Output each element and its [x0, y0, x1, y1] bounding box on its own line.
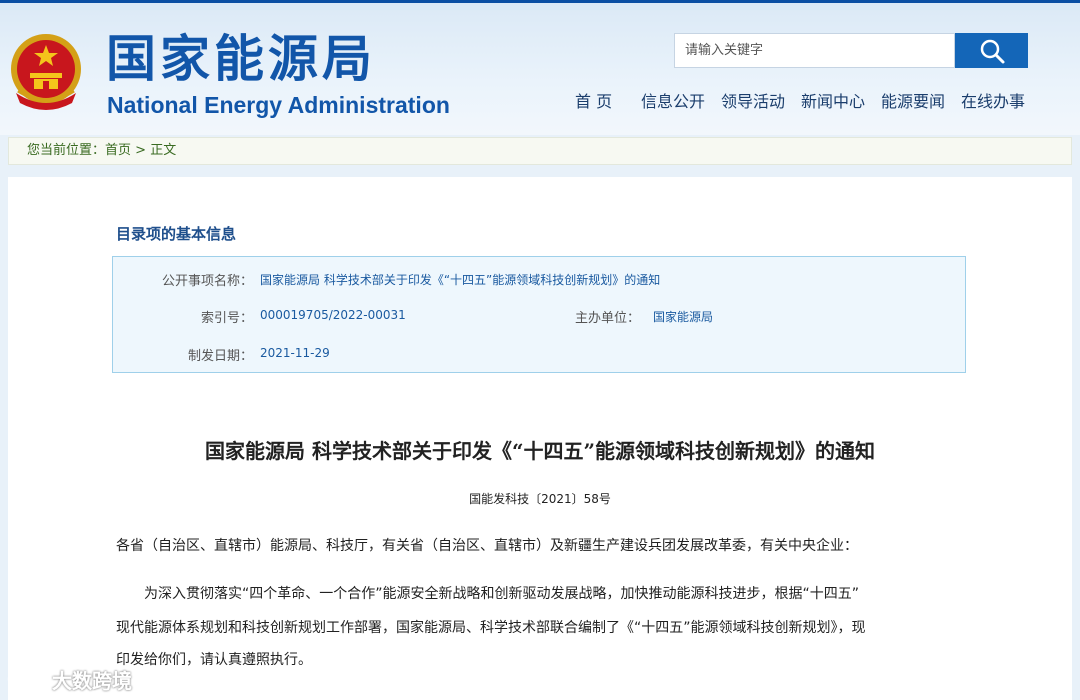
site-logo-english[interactable]: National Energy Administration — [107, 91, 450, 119]
search-button[interactable] — [955, 33, 1028, 68]
info-panel: 公开事项名称： 国家能源局 科学技术部关于印发《“十四五”能源领域科技创新规划》… — [112, 256, 966, 373]
breadcrumb: 您当前位置：首页 > 正文 — [8, 137, 1072, 165]
document-body-line-3: 印发给你们，请认真遵照执行。 — [116, 652, 312, 668]
info-heading: 目录项的基本信息 — [116, 225, 237, 243]
breadcrumb-current: 正文 — [150, 143, 177, 158]
document-salutation: 各省（自治区、直辖市）能源局、科技厅，有关省（自治区、直辖市）及新疆生产建设兵团… — [116, 538, 858, 554]
document-number: 国能发科技〔2021〕58号 — [469, 492, 611, 506]
nav-news-center[interactable]: 新闻中心 — [801, 91, 865, 113]
breadcrumb-home-link[interactable]: 首页 — [105, 143, 131, 158]
document-body-line-1: 为深入贯彻落实“四个革命、一个合作”能源安全新战略和创新驱动发展战略，加快推动能… — [144, 586, 860, 602]
search-input[interactable] — [675, 34, 954, 67]
index-number-value: 000019705/2022-00031 — [260, 308, 406, 322]
issue-date-label: 制发日期： — [187, 349, 253, 364]
nav-info-disclosure[interactable]: 信息公开 — [641, 91, 705, 113]
site-logo-chinese[interactable]: 国家能源局 — [106, 29, 376, 89]
nav-energy-news[interactable]: 能源要闻 — [881, 91, 945, 113]
breadcrumb-separator: > — [135, 143, 147, 158]
watermark: 大数跨境 — [6, 664, 132, 694]
item-name-label: 公开事项名称： — [161, 274, 253, 289]
document-title: 国家能源局 科学技术部关于印发《“十四五”能源领域科技创新规划》的通知 — [205, 439, 875, 463]
issue-date-value: 2021-11-29 — [260, 346, 330, 360]
watermark-text: 大数跨境 — [52, 668, 132, 693]
national-emblem-icon — [11, 34, 81, 110]
search-icon — [980, 39, 1004, 63]
breadcrumb-prefix: 您当前位置： — [27, 143, 106, 158]
nav-home[interactable]: 首 页 — [575, 91, 612, 113]
main-content: 目录项的基本信息 公开事项名称： 国家能源局 科学技术部关于印发《“十四五”能源… — [8, 177, 1072, 700]
item-name-value: 国家能源局 科学技术部关于印发《“十四五”能源领域科技创新规划》的通知 — [260, 273, 661, 287]
search-field[interactable] — [674, 33, 955, 68]
document-body-line-2: 现代能源体系规划和科技创新规划工作部署，国家能源局、科学技术部联合编制了《“十四… — [116, 620, 866, 636]
watermark-logo-icon — [7, 668, 47, 690]
host-org-label: 主办单位： — [574, 311, 640, 326]
nav-online-services[interactable]: 在线办事 — [961, 91, 1025, 113]
host-org-value: 国家能源局 — [653, 310, 714, 324]
nav-leadership-activities[interactable]: 领导活动 — [721, 91, 785, 113]
index-number-label: 索引号： — [200, 311, 253, 326]
site-header: 国家能源局 National Energy Administration 首 页… — [0, 0, 1080, 135]
